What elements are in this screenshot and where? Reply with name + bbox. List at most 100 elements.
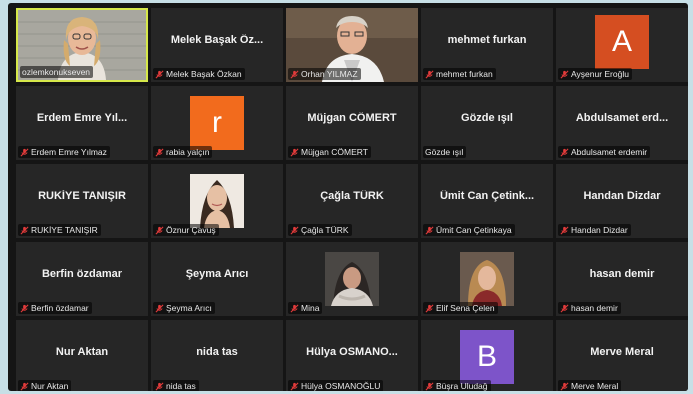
participant-title: Berfin özdamar <box>41 268 123 280</box>
muted-mic-icon <box>290 304 299 313</box>
participant-title: Merve Meral <box>590 346 654 358</box>
participant-name-label: RUKİYE TANIŞIR <box>18 224 101 236</box>
muted-mic-icon <box>425 382 434 391</box>
muted-mic-icon <box>560 226 569 235</box>
participant-tile[interactable]: Erdem Emre Yıl... Erdem Emre Yılmaz <box>16 86 148 160</box>
participant-video <box>460 252 514 306</box>
participant-name-label: Handan Dizdar <box>558 224 631 236</box>
participant-name-label: Müjgan CÖMERT <box>288 146 371 158</box>
participant-name: Berfin özdamar <box>31 303 89 313</box>
participant-name-label: Mina <box>288 302 323 314</box>
participant-name-label: Orhan YILMAZ <box>288 68 361 80</box>
participant-tile[interactable]: Merve Meral Merve Meral <box>556 320 688 391</box>
muted-mic-icon <box>20 148 29 157</box>
participant-name: Şeyma Arıcı <box>166 303 212 313</box>
participant-title: Müjgan CÖMERT <box>307 112 397 124</box>
participant-name: RUKİYE TANIŞIR <box>31 225 98 235</box>
participant-tile[interactable]: Nur Aktan Nur Aktan <box>16 320 148 391</box>
participant-tile[interactable]: Handan Dizdar Handan Dizdar <box>556 164 688 238</box>
participant-name: Müjgan CÖMERT <box>301 147 368 157</box>
participant-name: Ümit Can Çetinkaya <box>436 225 512 235</box>
participant-tile[interactable]: RUKİYE TANIŞIR RUKİYE TANIŞIR <box>16 164 148 238</box>
participant-title: Melek Başak Öz... <box>170 34 264 46</box>
participant-name: Orhan YILMAZ <box>301 69 358 79</box>
participant-tile[interactable]: Ümit Can Çetink... Ümit Can Çetinkaya <box>421 164 553 238</box>
participant-name: Ayşenur Eroğlu <box>571 69 629 79</box>
participant-name-label: Elif Sena Çelen <box>423 302 498 314</box>
participant-name-label: mehmet furkan <box>423 68 496 80</box>
participant-name-label: hasan demir <box>558 302 621 314</box>
participant-tile[interactable]: Melek Başak Öz... Melek Başak Özkan <box>151 8 283 82</box>
participant-name: Çağla TÜRK <box>301 225 349 235</box>
participant-name-label: Nur Aktan <box>18 380 72 391</box>
participant-name-label: Gözde ışıl <box>423 146 467 158</box>
participant-title: nida tas <box>196 346 238 358</box>
participant-tile[interactable]: Çağla TÜRK Çağla TÜRK <box>286 164 418 238</box>
participant-name-label: Büşra Uludağ <box>423 380 491 391</box>
muted-mic-icon <box>20 226 29 235</box>
participant-name: Merve Meral <box>571 381 619 391</box>
muted-mic-icon <box>155 382 164 391</box>
avatar-letter: A <box>611 25 632 58</box>
muted-mic-icon <box>560 304 569 313</box>
participant-title: Gözde ışıl <box>461 112 513 124</box>
participant-name-label: Ümit Can Çetinkaya <box>423 224 515 236</box>
muted-mic-icon <box>560 148 569 157</box>
participant-title: Çağla TÜRK <box>320 190 384 202</box>
muted-mic-icon <box>20 304 29 313</box>
muted-mic-icon <box>560 70 569 79</box>
participant-name: Büşra Uludağ <box>436 381 488 391</box>
muted-mic-icon <box>155 226 164 235</box>
participant-video <box>325 252 379 306</box>
avatar: A <box>595 15 649 69</box>
participant-tile[interactable]: B Büşra Uludağ <box>421 320 553 391</box>
participant-name-label: Erdem Emre Yılmaz <box>18 146 110 158</box>
participant-tile[interactable]: A Ayşenur Eroğlu <box>556 8 688 82</box>
participant-title: Nur Aktan <box>55 346 109 358</box>
participant-tile[interactable]: Mina <box>286 242 418 316</box>
muted-mic-icon <box>290 382 299 391</box>
participant-tile[interactable]: Berfin özdamar Berfin özdamar <box>16 242 148 316</box>
participant-tile[interactable]: Hülya OSMANO... Hülya OSMANOĞLU <box>286 320 418 391</box>
participant-tile[interactable]: ozlemkonukseven <box>16 8 148 82</box>
participant-name: mehmet furkan <box>436 69 493 79</box>
participant-tile[interactable]: Orhan YILMAZ <box>286 8 418 82</box>
participant-name-label: Hülya OSMANOĞLU <box>288 380 384 391</box>
participant-tile[interactable]: Şeyma Arıcı Şeyma Arıcı <box>151 242 283 316</box>
participant-name-label: Çağla TÜRK <box>288 224 352 236</box>
participant-tile[interactable]: Gözde ışıl Gözde ışıl <box>421 86 553 160</box>
avatar: B <box>460 330 514 384</box>
video-gallery: ozlemkonukseven Melek Başak Öz... Melek … <box>8 3 688 391</box>
participant-name: hasan demir <box>571 303 618 313</box>
participant-title: Ümit Can Çetink... <box>439 190 535 202</box>
participant-name: Hülya OSMANOĞLU <box>301 381 381 391</box>
participant-tile[interactable]: hasan demir hasan demir <box>556 242 688 316</box>
participant-tile[interactable]: mehmet furkan mehmet furkan <box>421 8 553 82</box>
participant-tile[interactable]: Abdulsamet erd... Abdulsamet erdemir <box>556 86 688 160</box>
participant-title: mehmet furkan <box>447 34 527 46</box>
participant-title: Hülya OSMANO... <box>306 346 398 358</box>
participant-title: Handan Dizdar <box>583 190 661 202</box>
avatar-letter: B <box>476 340 497 373</box>
muted-mic-icon <box>425 226 434 235</box>
avatar: r <box>190 96 244 150</box>
participant-tile[interactable]: Elif Sena Çelen <box>421 242 553 316</box>
participant-name-label: Melek Başak Özkan <box>153 68 245 80</box>
participant-tile[interactable]: r rabia yalçın <box>151 86 283 160</box>
muted-mic-icon <box>425 304 434 313</box>
participant-title: RUKİYE TANIŞIR <box>38 190 126 202</box>
muted-mic-icon <box>155 70 164 79</box>
participant-title: hasan demir <box>589 268 655 280</box>
participant-title: Abdulsamet erd... <box>575 112 669 124</box>
muted-mic-icon <box>425 70 434 79</box>
participant-tile[interactable]: Müjgan CÖMERT Müjgan CÖMERT <box>286 86 418 160</box>
avatar-letter: r <box>212 106 222 139</box>
participant-name-label: Berfin özdamar <box>18 302 92 314</box>
muted-mic-icon <box>290 148 299 157</box>
muted-mic-icon <box>155 304 164 313</box>
participant-tile[interactable]: Öznur Çavuş <box>151 164 283 238</box>
participant-name-label: ozlemkonukseven <box>20 66 94 78</box>
participant-tile[interactable]: nida tas nida tas <box>151 320 283 391</box>
muted-mic-icon <box>155 148 164 157</box>
participant-name: ozlemkonukseven <box>22 67 91 77</box>
